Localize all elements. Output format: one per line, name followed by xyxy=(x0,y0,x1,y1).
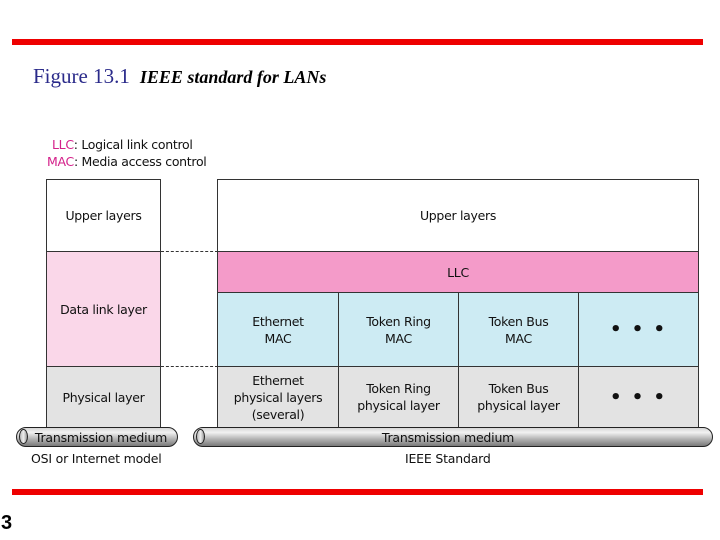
osi-physical-layer: Physical layer xyxy=(46,366,161,428)
boundary-dashed-line xyxy=(161,366,218,367)
label: physical layers xyxy=(233,389,323,405)
label: Transmission medium xyxy=(381,429,515,445)
other-physical-layer: • • • xyxy=(578,366,699,428)
label: Ethernet xyxy=(252,313,304,329)
ieee-standard-caption: IEEE Standard xyxy=(405,451,491,466)
label: MAC xyxy=(385,330,412,346)
label: LLC xyxy=(447,264,469,280)
osi-data-link-layer: Data link layer xyxy=(46,251,161,367)
osi-transmission-medium: Transmission medium xyxy=(16,427,178,447)
label: Ethernet xyxy=(252,372,304,388)
label: MAC xyxy=(264,330,292,346)
label: physical layer xyxy=(477,398,560,413)
label: Upper layers xyxy=(65,208,142,223)
cylinder-end-icon xyxy=(196,429,205,444)
figure-title: Figure 13.1 IEEE standard for LANs xyxy=(33,64,326,89)
ethernet-mac: Ethernet MAC xyxy=(217,292,339,367)
label: Data link layer xyxy=(60,301,147,317)
legend-llc: LLC: Logical link control xyxy=(52,137,193,152)
label: Token Ring xyxy=(366,313,431,329)
label: Upper layers xyxy=(419,208,497,223)
ellipsis-icon: • • • xyxy=(609,319,668,340)
label: physical layer xyxy=(357,398,440,413)
label: Physical layer xyxy=(62,389,145,405)
token-ring-mac: Token Ring MAC xyxy=(338,292,459,367)
label: Token Bus xyxy=(488,381,549,396)
other-mac: • • • xyxy=(578,292,699,367)
legend-text: : Media access control xyxy=(73,154,207,169)
boundary-dashed-line xyxy=(161,251,218,252)
page-number: 3 xyxy=(1,512,13,534)
token-bus-physical-layer: Token Bus physical layer xyxy=(458,366,579,428)
label: Token Ring xyxy=(366,381,431,396)
top-rule xyxy=(12,39,703,45)
label: Transmission medium xyxy=(34,429,168,445)
label: (several) xyxy=(251,406,305,422)
ieee-llc-sublayer: LLC xyxy=(217,251,699,293)
figure-caption: IEEE standard for LANs xyxy=(139,67,327,87)
osi-model-caption: OSI or Internet model xyxy=(31,451,162,466)
figure-number: Figure 13.1 xyxy=(33,64,130,88)
osi-upper-layers: Upper layers xyxy=(46,179,161,252)
label: MAC xyxy=(505,330,532,346)
cylinder-end-icon xyxy=(19,429,28,444)
label: Token Bus xyxy=(488,313,549,329)
ethernet-physical-layers: Ethernet physical layers (several) xyxy=(217,366,339,428)
token-bus-mac: Token Bus MAC xyxy=(458,292,579,367)
bottom-rule xyxy=(12,489,703,495)
legend-abbr: MAC xyxy=(47,154,74,169)
legend-text: : Logical link control xyxy=(73,137,193,152)
token-ring-physical-layer: Token Ring physical layer xyxy=(338,366,459,428)
legend-abbr: LLC xyxy=(52,137,74,152)
ellipsis-icon: • • • xyxy=(609,386,668,408)
legend-mac: MAC: Media access control xyxy=(47,154,207,169)
ieee-transmission-medium: Transmission medium xyxy=(193,427,713,447)
ieee-upper-layers: Upper layers xyxy=(217,179,699,252)
